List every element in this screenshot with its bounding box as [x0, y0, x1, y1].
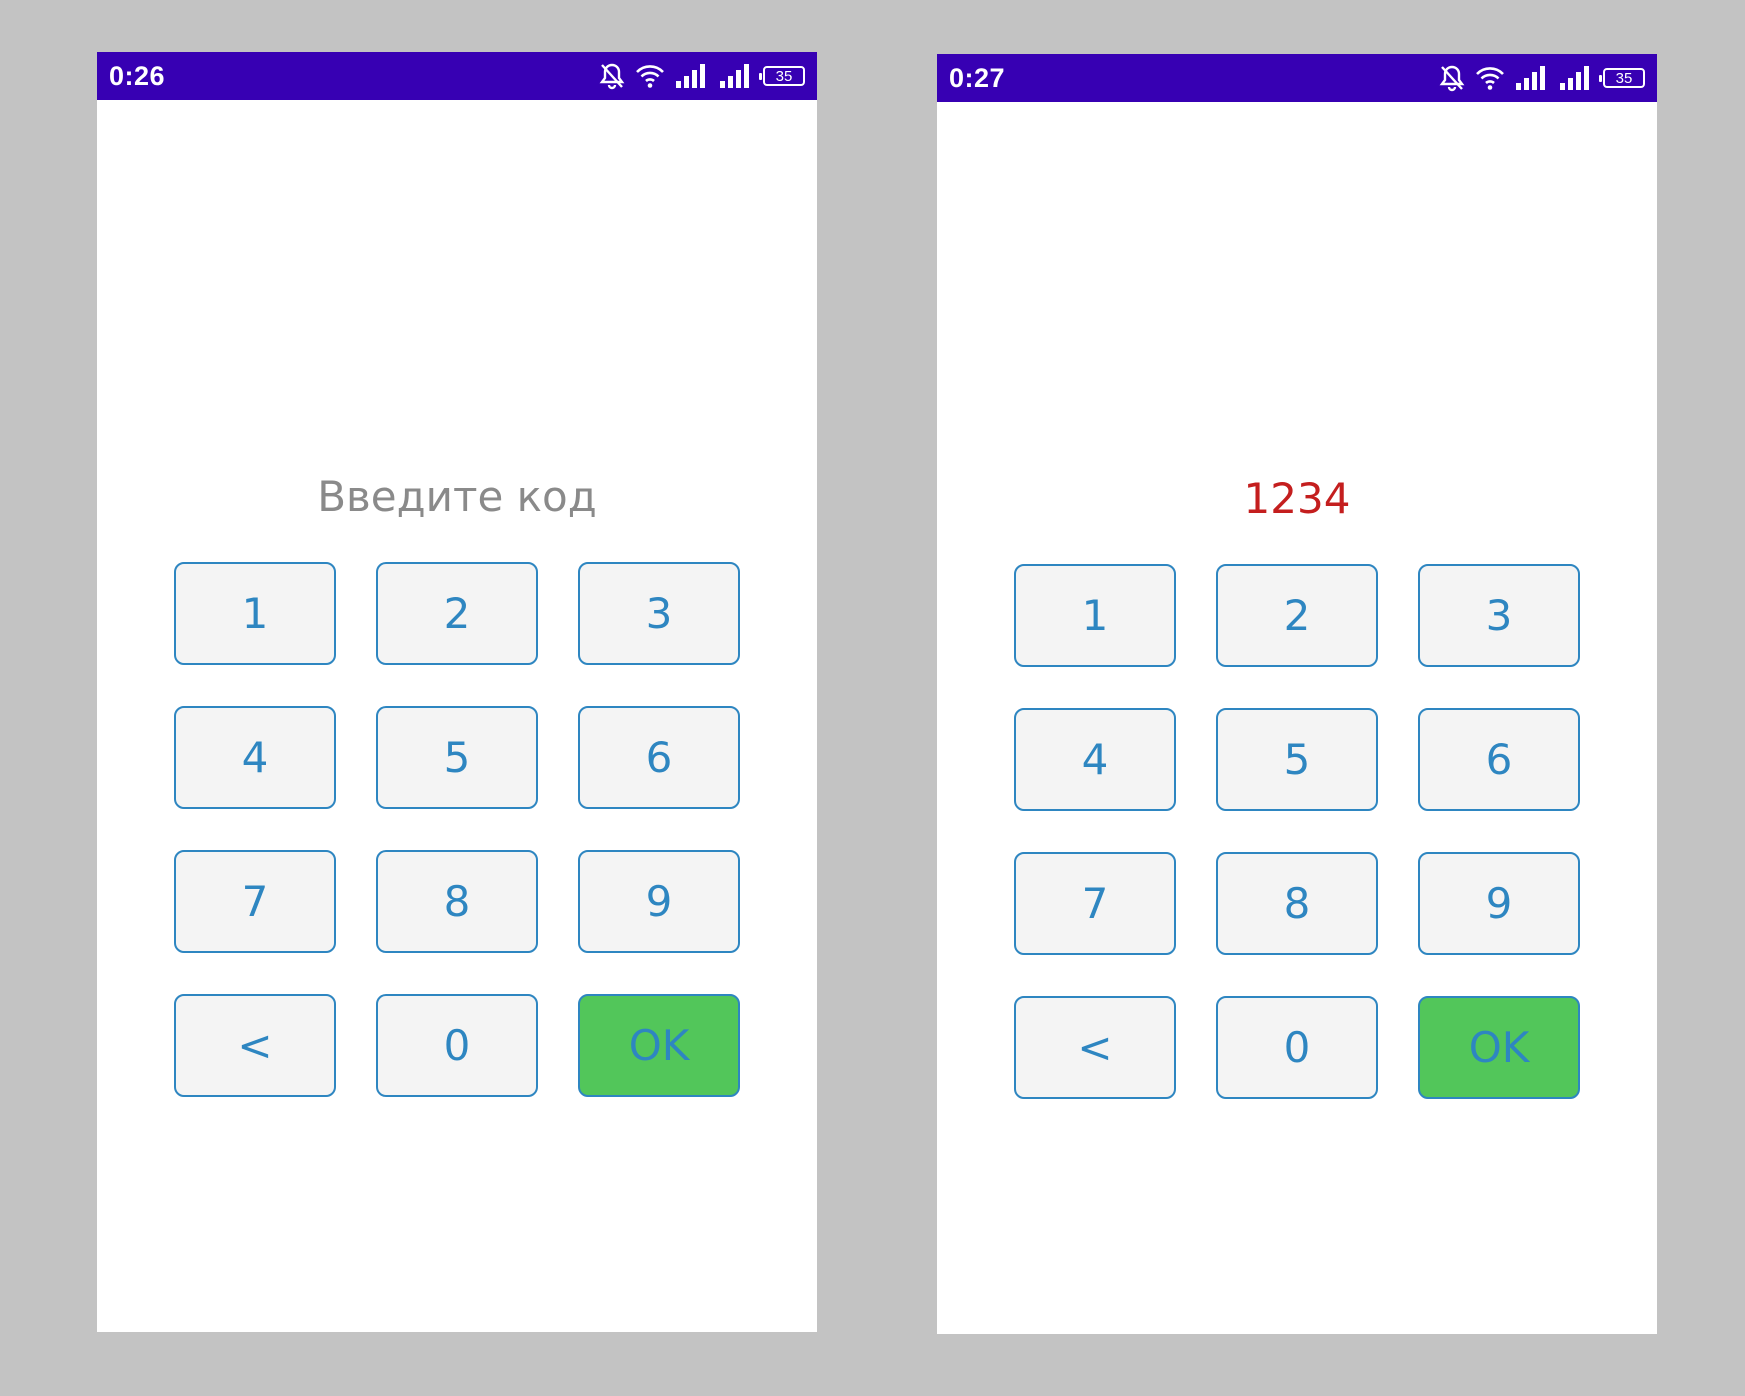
key-6-button[interactable]: 6: [578, 706, 740, 809]
key-2-button[interactable]: 2: [1216, 564, 1378, 667]
status-time: 0:26: [109, 61, 166, 91]
keypad: 1 2 3 4 5 6 7 8 9 < 0 OK: [1014, 564, 1580, 1099]
battery-icon: 35: [759, 66, 805, 86]
key-3-button[interactable]: 3: [578, 562, 740, 665]
key-8-button[interactable]: 8: [376, 850, 538, 953]
key-6-button[interactable]: 6: [1418, 708, 1580, 811]
key-3-button[interactable]: 3: [1418, 564, 1580, 667]
battery-level: 35: [1615, 69, 1633, 87]
key-9-button[interactable]: 9: [1418, 852, 1580, 955]
key-4-button[interactable]: 4: [174, 706, 336, 809]
backspace-button[interactable]: <: [174, 994, 336, 1097]
key-0-button[interactable]: 0: [376, 994, 538, 1097]
battery-icon: 35: [1599, 68, 1645, 88]
backspace-button[interactable]: <: [1014, 996, 1176, 1099]
battery-level: 35: [775, 67, 793, 85]
bell-off-icon: [599, 62, 625, 90]
key-1-button[interactable]: 1: [174, 562, 336, 665]
ok-button[interactable]: OK: [1418, 996, 1580, 1099]
status-icons: 35: [599, 62, 805, 90]
status-bar: 0:27 35: [937, 54, 1657, 102]
signal-icon-sim1: [675, 63, 709, 89]
key-5-button[interactable]: 5: [1216, 708, 1378, 811]
code-prompt: Введите код: [317, 472, 597, 521]
keypad: 1 2 3 4 5 6 7 8 9 < 0 OK: [174, 562, 740, 1097]
signal-icon-sim2: [1559, 65, 1593, 91]
ok-button[interactable]: OK: [578, 994, 740, 1097]
phone-screen-right: 0:27 35 1234 1 2 3 4 5 6 7 8 9 < 0 OK: [937, 54, 1657, 1334]
code-display: 1234: [1243, 474, 1351, 523]
signal-icon-sim2: [719, 63, 753, 89]
key-7-button[interactable]: 7: [1014, 852, 1176, 955]
key-0-button[interactable]: 0: [1216, 996, 1378, 1099]
key-7-button[interactable]: 7: [174, 850, 336, 953]
key-2-button[interactable]: 2: [376, 562, 538, 665]
key-4-button[interactable]: 4: [1014, 708, 1176, 811]
status-bar: 0:26 35: [97, 52, 817, 100]
bell-off-icon: [1439, 64, 1465, 92]
key-8-button[interactable]: 8: [1216, 852, 1378, 955]
status-time: 0:27: [949, 63, 1006, 93]
status-icons: 35: [1439, 64, 1645, 92]
wifi-icon: [635, 63, 665, 89]
key-9-button[interactable]: 9: [578, 850, 740, 953]
signal-icon-sim1: [1515, 65, 1549, 91]
key-5-button[interactable]: 5: [376, 706, 538, 809]
key-1-button[interactable]: 1: [1014, 564, 1176, 667]
phone-screen-left: 0:26 35 Введите код 1 2 3 4 5 6 7 8 9 < …: [97, 52, 817, 1332]
wifi-icon: [1475, 65, 1505, 91]
